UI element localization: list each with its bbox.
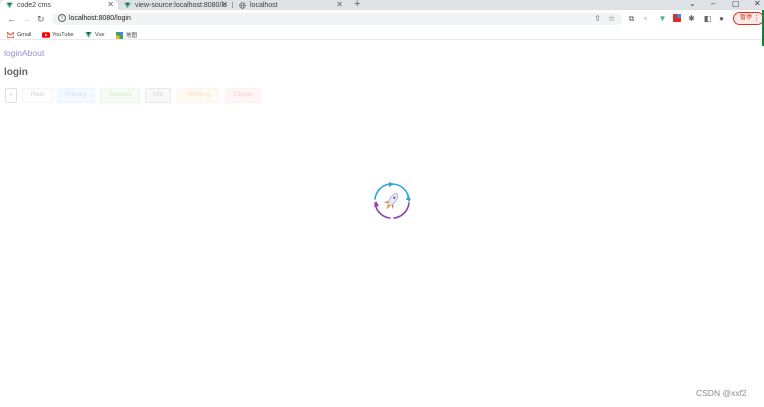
- danger-button[interactable]: Danger: [225, 88, 261, 103]
- tab-close-icon[interactable]: ✕: [336, 0, 343, 10]
- success-button[interactable]: Success: [100, 88, 140, 103]
- plain-button[interactable]: Plain: [22, 88, 53, 103]
- info-icon[interactable]: i: [58, 14, 66, 22]
- youtube-icon: [42, 31, 50, 38]
- share-icon[interactable]: ⇪: [593, 14, 602, 23]
- tab-title: view-source:localhost:8080/lo: [135, 1, 227, 9]
- search-button[interactable]: ⌕: [5, 88, 17, 103]
- router-nav: login About: [4, 48, 44, 58]
- maps-icon: [116, 31, 123, 39]
- sidepanel-icon[interactable]: ◧: [703, 14, 712, 23]
- maximize-icon[interactable]: ▢: [732, 0, 740, 9]
- extension-icon[interactable]: ▫: [641, 14, 650, 23]
- vue-icon: [85, 31, 92, 38]
- vue-favicon-icon: [124, 2, 131, 9]
- loading-spinner: [372, 181, 412, 221]
- address-bar[interactable]: i localhost:8080/login: [52, 13, 622, 25]
- more-menu-icon[interactable]: ⋮: [753, 13, 760, 24]
- rocket-loader-icon: [374, 182, 411, 219]
- profile-label: 暂停: [740, 15, 753, 21]
- profile-avatar-icon[interactable]: ●: [717, 14, 726, 23]
- bookmarks-bar: Gmail YouTube Vue 地图: [0, 29, 764, 40]
- tab-title: localhost: [250, 1, 278, 9]
- globe-icon: [239, 1, 246, 9]
- vue-favicon-icon: [6, 2, 13, 9]
- tab-close-icon[interactable]: ✕: [221, 0, 228, 10]
- warning-button[interactable]: Warning: [177, 88, 219, 103]
- gmail-icon: [6, 30, 15, 38]
- tab-localhost[interactable]: localhost ✕: [233, 0, 347, 10]
- primary-button[interactable]: Primary: [57, 88, 95, 103]
- reload-icon[interactable]: ↻: [37, 13, 45, 25]
- chevron-down-icon[interactable]: ⌄: [689, 0, 696, 9]
- bookmark-vue[interactable]: Vue: [85, 29, 105, 40]
- star-icon[interactable]: ☆: [607, 14, 616, 23]
- extension-icon[interactable]: [672, 14, 681, 23]
- bookmark-youtube[interactable]: YouTube: [42, 29, 74, 40]
- puzzle-icon[interactable]: ✱: [687, 14, 696, 23]
- back-arrow-icon[interactable]: ←: [7, 13, 16, 25]
- search-icon: ⌕: [9, 92, 13, 98]
- tab-view-source[interactable]: view-source:localhost:8080/lo ✕: [118, 0, 232, 10]
- address-url: localhost:8080/login: [69, 15, 131, 22]
- info-button[interactable]: Info: [145, 88, 171, 103]
- forward-arrow-icon[interactable]: →: [22, 13, 31, 25]
- nav-link-about[interactable]: About: [22, 48, 44, 58]
- bookmark-gmail[interactable]: Gmail: [6, 29, 31, 40]
- watermark: CSDN @xxf2: [696, 388, 747, 398]
- minimize-icon[interactable]: –: [711, 0, 715, 9]
- bookmark-maps[interactable]: 地图: [116, 29, 137, 40]
- new-tab-button[interactable]: +: [354, 0, 360, 10]
- window-close-icon[interactable]: ✕: [754, 0, 761, 9]
- profile-paused-button[interactable]: 暂停 ⋮: [733, 12, 764, 25]
- nav-link-login[interactable]: login: [4, 48, 22, 58]
- tab-close-icon[interactable]: ✕: [107, 0, 114, 10]
- extension-icon[interactable]: ⧉: [627, 14, 636, 23]
- page-title: login: [4, 67, 28, 78]
- tab-code2-cms[interactable]: code2 cms ✕: [0, 0, 118, 10]
- vue-devtools-icon[interactable]: ▼: [658, 14, 667, 23]
- tab-title: code2 cms: [17, 1, 51, 9]
- tab-strip: code2 cms ✕ view-source:localhost:8080/l…: [0, 0, 764, 10]
